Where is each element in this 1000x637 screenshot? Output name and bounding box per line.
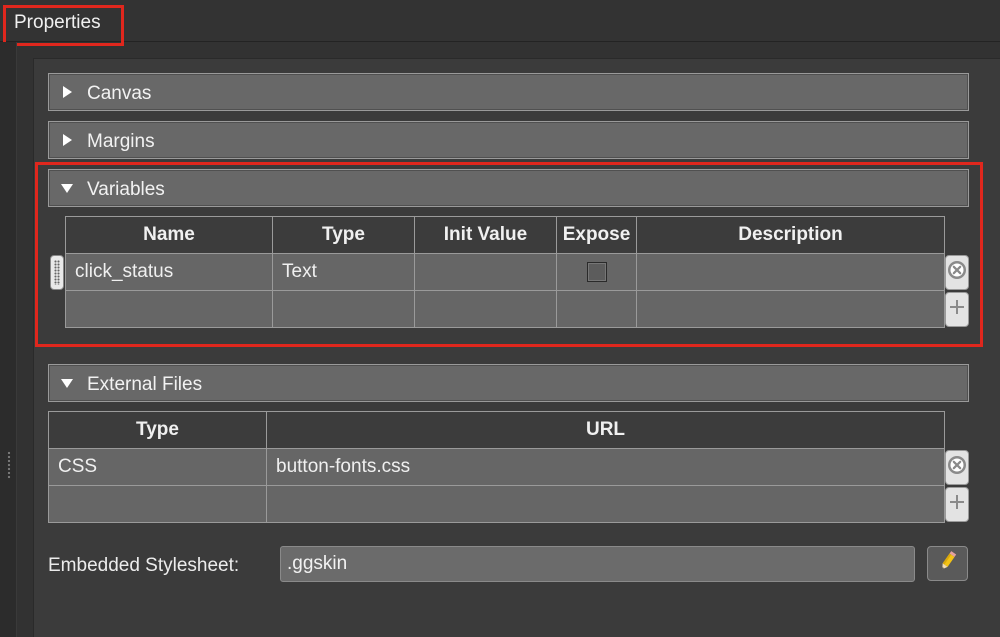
triangle-down-icon: [60, 376, 74, 390]
table-row[interactable]: CSS button-fonts.css: [49, 449, 945, 486]
column-header-type[interactable]: Type: [49, 412, 267, 449]
table-row[interactable]: [49, 486, 945, 523]
triangle-right-icon: [60, 133, 74, 147]
embedded-stylesheet-input[interactable]: [280, 546, 915, 582]
external-files-table-header: Type URL: [49, 412, 945, 449]
section-external-files[interactable]: External Files: [48, 364, 969, 402]
panel-title: Properties: [14, 12, 101, 33]
embedded-stylesheet-label: Embedded Stylesheet:: [48, 555, 240, 576]
section-margins-label: Margins: [87, 131, 155, 152]
column-header-url[interactable]: URL: [267, 412, 945, 449]
section-canvas-label: Canvas: [87, 83, 152, 104]
add-file-button[interactable]: [945, 487, 969, 522]
section-margins[interactable]: Margins: [48, 121, 969, 159]
plus-icon: [948, 493, 966, 516]
file-url-cell[interactable]: button-fonts.css: [267, 449, 945, 486]
remove-circle-icon: [947, 455, 967, 480]
left-splitter[interactable]: [0, 42, 17, 637]
splitter-grip-icon[interactable]: [7, 451, 11, 479]
properties-header: Properties: [0, 0, 1000, 46]
external-files-table: Type URL CSS button-fonts.css: [48, 411, 945, 523]
variables-highlight-box: [35, 162, 983, 347]
section-external-files-label: External Files: [87, 374, 203, 395]
pencil-icon: [937, 550, 959, 577]
edit-stylesheet-button[interactable]: [927, 546, 968, 581]
file-type-cell[interactable]: [49, 486, 267, 523]
properties-window: Properties Canvas Margins Variables Name…: [0, 0, 1000, 637]
triangle-right-icon: [60, 85, 74, 99]
file-type-cell[interactable]: CSS: [49, 449, 267, 486]
remove-file-button[interactable]: [945, 450, 969, 485]
section-canvas[interactable]: Canvas: [48, 73, 969, 111]
file-url-cell[interactable]: [267, 486, 945, 523]
